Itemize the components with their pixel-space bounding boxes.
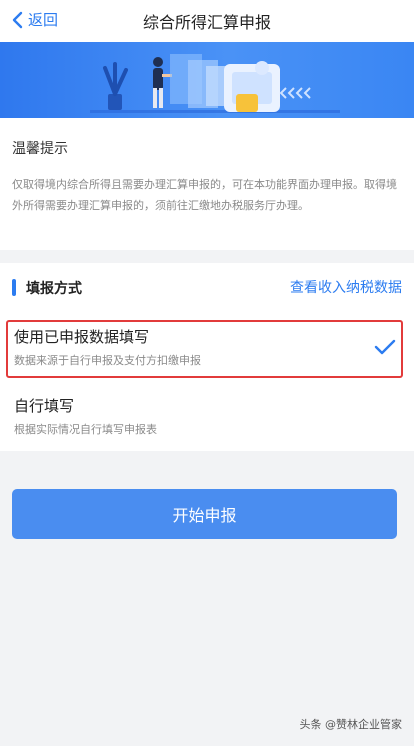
fill-method-panel: 填报方式 查看收入纳税数据 使用已申报数据填写 数据来源于自行申报及支付方扣缴申… [0,263,414,451]
chevron-left-icon [12,11,23,28]
option-title: 使用已申报数据填写 [14,328,150,346]
watermark: 头条 @赞林企业管家 [299,718,403,731]
notice-card: 温馨提示 仅取得境内综合所得且需要办理汇算申报的，可在本功能界面办理申报。取得境… [0,118,414,250]
banner-illustration [0,42,414,118]
view-income-tax-data-link[interactable]: 查看收入纳税数据 [290,277,402,297]
section-accent-bar [12,279,16,296]
option-subtitle: 数据来源于自行申报及支付方扣缴申报 [14,354,201,367]
nav-bar: 返回 综合所得汇算申报 [0,0,414,42]
notice-title: 温馨提示 [12,141,68,157]
option-self-fill[interactable]: 自行填写 根据实际情况自行填写申报表 [0,385,414,447]
option-subtitle: 根据实际情况自行填写申报表 [14,423,157,436]
person-figure-icon [153,57,172,108]
checkmark-icon [374,339,396,355]
back-button[interactable]: 返回 [10,9,58,30]
option-use-declared-data[interactable]: 使用已申报数据填写 数据来源于自行申报及支付方扣缴申报 [0,318,414,382]
start-declaration-button[interactable]: 开始申报 [12,489,397,539]
section-title: 填报方式 [26,281,82,297]
section-header: 填报方式 查看收入纳税数据 [0,275,414,301]
page-title: 综合所得汇算申报 [142,13,271,32]
plant-icon [103,62,128,110]
notice-text: 仅取得境内综合所得且需要办理汇算申报的，可在本功能界面办理申报。取得境外所得需要… [12,178,397,212]
option-title: 自行填写 [14,397,75,415]
back-label: 返回 [28,11,59,29]
